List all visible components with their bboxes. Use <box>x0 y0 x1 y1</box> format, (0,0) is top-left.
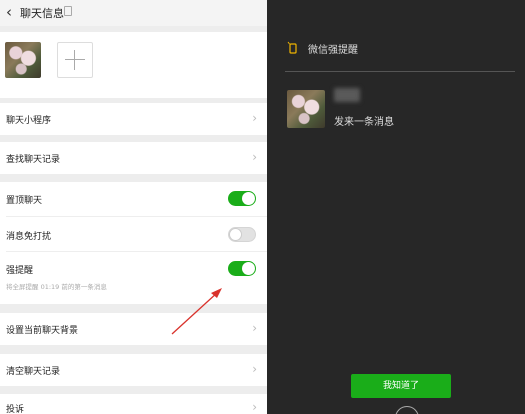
chevron-right-icon: › <box>252 321 257 335</box>
chat-info-panel: ‹ 聊天信息 聊天小程序 › 查找聊天记录 › 置顶聊天 消息免打扰 强提醒 将… <box>0 0 267 414</box>
divider <box>6 216 267 217</box>
chevron-right-icon: › <box>252 111 257 125</box>
mute-toggle[interactable] <box>228 227 256 242</box>
annotation-arrow <box>171 288 222 335</box>
row-label: 清空聊天记录 <box>6 367 61 377</box>
mute-label: 消息免打扰 <box>6 232 52 242</box>
sender-avatar <box>287 90 325 128</box>
pin-chat-label: 置顶聊天 <box>6 196 43 206</box>
page-title: 聊天信息 <box>20 7 64 20</box>
divider <box>6 251 267 252</box>
strong-remind-label: 强提醒 <box>6 266 34 276</box>
members-section <box>0 32 267 98</box>
add-member-button[interactable] <box>57 42 93 78</box>
chevron-left-icon[interactable]: ‹ <box>6 3 12 21</box>
circle-button-icon[interactable] <box>395 406 419 414</box>
got-it-button[interactable]: 我知道了 <box>351 374 451 398</box>
row-clear-history[interactable]: 清空聊天记录 › <box>0 354 267 386</box>
row-report[interactable]: 投诉 › <box>0 394 267 414</box>
strong-remind-description: 将全屏提醒 01:19 前的第一条消息 <box>6 283 107 291</box>
row-label: 查找聊天记录 <box>6 155 61 165</box>
chevron-right-icon: › <box>252 150 257 164</box>
chevron-right-icon: › <box>252 400 257 414</box>
preview-title: 微信强提醒 <box>308 45 358 56</box>
row-label: 投诉 <box>6 405 25 414</box>
phone-alert-icon <box>287 41 297 54</box>
row-label: 聊天小程序 <box>6 116 52 126</box>
row-search-history[interactable]: 查找聊天记录 › <box>0 142 267 174</box>
divider <box>285 71 515 72</box>
avatar[interactable] <box>5 42 41 78</box>
sender-name-blurred <box>334 88 360 102</box>
trash-icon[interactable] <box>64 6 72 16</box>
pin-chat-toggle[interactable] <box>228 191 256 206</box>
strong-remind-preview: 微信强提醒 发来一条消息 我知道了 <box>267 0 525 414</box>
strong-remind-toggle[interactable] <box>228 261 256 276</box>
row-mini-program[interactable]: 聊天小程序 › <box>0 103 267 135</box>
chevron-right-icon: › <box>252 362 257 376</box>
header-bar: ‹ 聊天信息 <box>0 0 267 26</box>
row-label: 设置当前聊天背景 <box>6 326 79 336</box>
preview-message: 发来一条消息 <box>334 117 394 128</box>
